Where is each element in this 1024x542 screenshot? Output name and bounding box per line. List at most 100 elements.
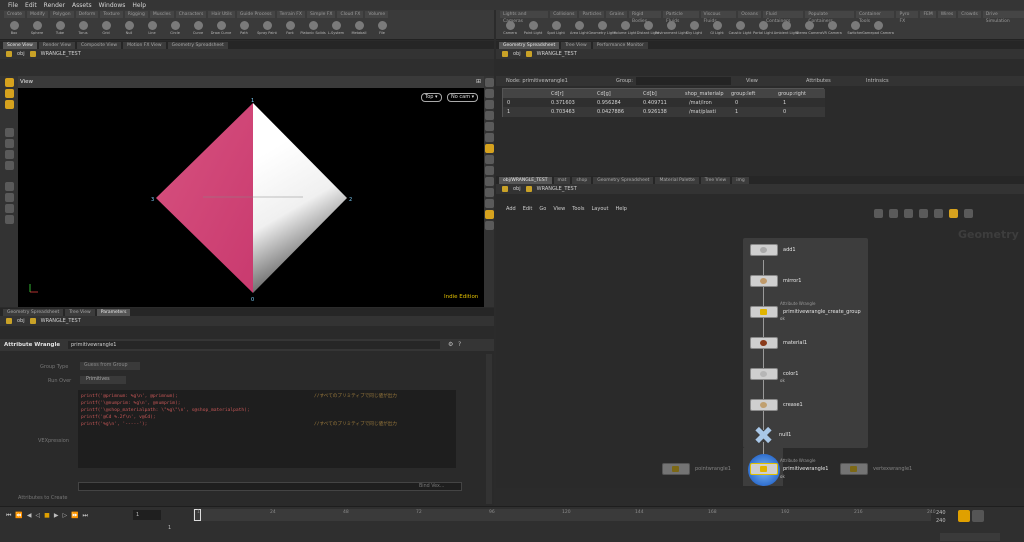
rotate-tool-icon[interactable] [4,150,14,159]
shelf-tool[interactable]: Tube [50,20,70,38]
group-type-menu[interactable]: Guess from Group [80,362,140,370]
column-header[interactable]: Cd[r] [551,91,564,97]
pink-primitive[interactable] [156,103,253,293]
shelf-tab[interactable]: Oceans [738,11,761,18]
shelf-tab[interactable]: Simple FX [306,11,336,18]
shelf-tool[interactable]: Geometry Light [588,20,616,38]
column-header[interactable]: Cd[g] [597,91,611,97]
handle-tool-icon[interactable] [4,89,14,98]
pane-tab[interactable]: Scene View [3,42,37,49]
shelf-tab[interactable]: Polygon [49,11,74,18]
node-color1[interactable]: color1 [750,368,799,380]
shelf-tab[interactable]: Cloud FX [337,11,364,18]
grid-icon[interactable] [874,209,883,218]
network-menu-item[interactable]: View [553,206,565,212]
highlight-icon[interactable] [484,144,494,153]
node-name-field[interactable]: primitivewrangle1 [68,341,440,349]
pane-tab[interactable]: Geometry Spreadsheet [499,42,560,49]
node-body[interactable] [662,463,690,475]
flag-icon[interactable] [949,209,958,218]
flipbook-icon[interactable] [484,221,494,230]
pivot-icon[interactable] [484,188,494,197]
path-geo[interactable]: WRANGLE_TEST [41,51,81,57]
network-menu-item[interactable]: Layout [592,206,609,212]
shelf-tab[interactable]: Particle Fluids [663,11,699,24]
shelf-tool[interactable]: Line [142,20,162,38]
node-body[interactable] [750,306,778,318]
shelf-tool[interactable]: Area Light [569,20,589,38]
shelf-tool[interactable]: Distant Light [637,20,659,38]
end-frame-2[interactable]: 240 [936,518,946,524]
node-body[interactable] [750,244,778,256]
key-mode-icon[interactable] [972,510,984,522]
menu-item[interactable]: Help [132,2,146,9]
pane-tab[interactable]: Composite View [76,42,122,49]
node-mirror1[interactable]: mirror1 [750,275,801,287]
camera-tool-icon[interactable] [4,204,14,213]
shading-icon[interactable] [484,100,494,109]
start-frame[interactable]: 1 [168,525,171,531]
shelf-tab[interactable]: Grains [606,11,627,18]
shelf-tab[interactable]: Rigging [124,11,148,18]
pane-tab[interactable]: img [732,177,749,184]
node-body[interactable] [750,463,778,475]
column-header[interactable]: group:right [778,91,806,97]
render-tool-icon[interactable] [4,215,14,224]
pane-tab[interactable]: Tree View [561,42,591,49]
pane-tab[interactable]: Tree View [700,177,731,184]
node-vertexwrangle1[interactable]: vertexwrangle1 [840,463,912,475]
normals-icon[interactable] [484,166,494,175]
path-obj[interactable]: obj [17,51,25,57]
shelf-tab[interactable]: Characters [175,11,207,18]
shelf-tab[interactable]: Crowds [958,11,981,18]
shelf-tab[interactable]: Hair Utils [208,11,235,18]
pane-tab[interactable]: Geometry Spreadsheet [593,177,654,184]
shelf-tab[interactable]: Rigid Bodies [628,11,662,24]
pane-tab[interactable]: Parameters [96,309,131,316]
play-icon[interactable]: ▶ [54,512,59,520]
shelf-tool[interactable]: Null [119,20,139,38]
layout-icon[interactable]: ⊞ [476,78,481,85]
timeline-track[interactable]: 1 24 48 72 96 120 144 168 192 216 240 [193,509,936,521]
list-icon[interactable] [889,209,898,218]
pane-tab[interactable]: Material Palette [655,177,699,184]
ghost-icon[interactable] [484,155,494,164]
menu-item[interactable]: Edit [25,2,37,9]
network-menu-item[interactable]: Add [506,206,516,212]
attributes-field[interactable]: Bind Vex... [78,482,462,491]
network-menu-item[interactable]: Help [616,206,627,212]
attributes-label[interactable]: Attributes [806,78,831,84]
frame-field[interactable]: 1 [133,510,161,520]
shelf-tool[interactable]: Point Light [523,20,543,38]
shelf-tool[interactable]: Sky Light [684,20,704,38]
null-x-icon[interactable] [752,426,774,444]
shelf-tab[interactable]: Modify [26,11,48,18]
template-icon[interactable] [484,177,494,186]
visibility-icon[interactable] [484,122,494,131]
node-primitivewrangle-create-group[interactable]: primitivewrangle_create_group [750,306,861,318]
path-geo[interactable]: WRANGLE_TEST [537,186,577,192]
node-null1[interactable]: null1 [752,426,791,444]
network-menu-item[interactable]: Tools [572,206,584,212]
node-body[interactable] [750,368,778,380]
wireframe-icon[interactable] [484,111,494,120]
shelf-tool[interactable]: Stereo Camera [796,20,822,38]
shelf-tool[interactable]: Torus [73,20,93,38]
node-body[interactable] [750,399,778,411]
select-tool-icon[interactable] [4,78,14,87]
shelf-tab[interactable]: Lights and Cameras [500,11,549,24]
layout-icon[interactable] [934,209,943,218]
node-material1[interactable]: material1 [750,337,807,349]
shelf-tab[interactable]: Volume [365,11,389,18]
magnet-tool-icon[interactable] [4,193,14,202]
shelf-tool[interactable]: File [372,20,392,38]
path-obj[interactable]: obj [513,51,521,57]
view-menu[interactable]: Top ▾ [421,93,442,102]
shelf-tab[interactable]: Texture [100,11,123,18]
path-obj[interactable]: obj [513,186,521,192]
shelf-tool[interactable]: Curve [188,20,208,38]
shelf-tool[interactable]: Ambient Light [774,20,798,38]
shelf-tool[interactable]: Grid [96,20,116,38]
pane-tab[interactable]: Motion FX View [123,42,166,49]
camera-menu[interactable]: No cam ▾ [447,93,479,102]
